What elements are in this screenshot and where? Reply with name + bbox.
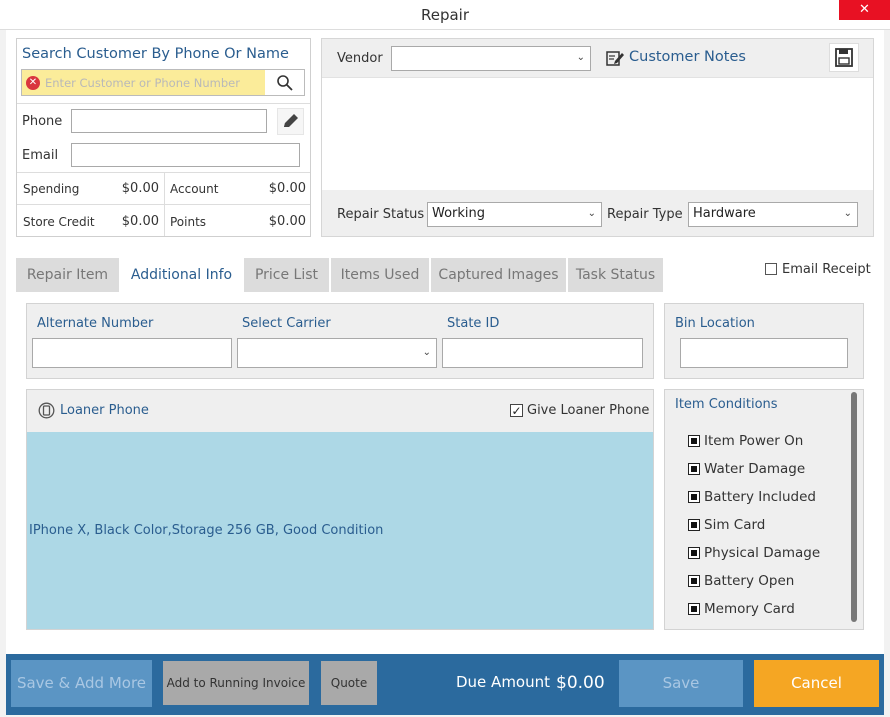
chevron-down-icon: ⌄ (587, 208, 596, 219)
account-value: $0.00 (268, 181, 306, 196)
floppy-disk-icon (835, 48, 853, 67)
store-credit-value: $0.00 (121, 214, 159, 229)
select-carrier-select[interactable]: ⌄ (237, 338, 437, 368)
save-button[interactable]: Save (619, 660, 743, 707)
phone-input[interactable] (71, 109, 267, 133)
state-id-input[interactable] (442, 338, 643, 368)
select-carrier-label: Select Carrier (242, 316, 331, 331)
condition-label: Sim Card (704, 517, 766, 533)
loaner-phone-icon (38, 402, 55, 419)
tab-price-list[interactable]: Price List (244, 258, 329, 292)
condition-label: Water Damage (704, 461, 806, 477)
loaner-description: IPhone X, Black Color,Storage 256 GB, Go… (29, 523, 384, 538)
tab-task-status[interactable]: Task Status (568, 258, 663, 292)
alternate-number-input[interactable] (32, 338, 232, 368)
add-running-invoice-button[interactable]: Add to Running Invoice (163, 661, 309, 705)
vendor-select[interactable]: ⌄ (391, 46, 591, 71)
spending-value: $0.00 (121, 181, 159, 196)
chevron-down-icon: ⌄ (843, 208, 852, 219)
customer-notes-label[interactable]: Customer Notes (629, 49, 746, 65)
points-label: Points (170, 215, 207, 229)
state-id-label: State ID (447, 316, 500, 331)
quote-button[interactable]: Quote (321, 661, 377, 705)
repair-status-label: Repair Status (337, 207, 425, 222)
account-label: Account (170, 182, 219, 196)
condition-checkbox[interactable] (688, 547, 700, 559)
tab-captured-images[interactable]: Captured Images (431, 258, 566, 292)
cancel-button[interactable]: Cancel (754, 660, 879, 707)
points-value: $0.00 (268, 214, 306, 229)
email-input[interactable] (71, 143, 300, 167)
repair-type-label: Repair Type (607, 207, 683, 222)
condition-checkbox[interactable] (688, 603, 700, 615)
condition-label: Battery Included (704, 489, 816, 505)
store-credit-label: Store Credit (23, 215, 95, 229)
condition-checkbox[interactable] (688, 435, 700, 447)
repair-type-value: Hardware (693, 206, 756, 221)
divider (17, 103, 310, 104)
condition-label: Physical Damage (704, 545, 821, 561)
email-receipt-label: Email Receipt (782, 262, 871, 277)
email-receipt-checkbox[interactable] (765, 263, 777, 275)
window-title: Repair (420, 6, 470, 24)
chevron-down-icon: ⌄ (576, 52, 585, 63)
condition-label: Memory Card (704, 601, 795, 617)
condition-label: Battery Open (704, 573, 795, 589)
bin-location-input[interactable] (680, 338, 848, 368)
due-amount-label: Due Amount (456, 673, 550, 691)
item-conditions-group (664, 389, 864, 630)
chevron-down-icon: ⌄ (422, 347, 431, 358)
repair-status-select[interactable]: Working ⌄ (427, 202, 602, 227)
divider (164, 172, 165, 236)
tab-items-used[interactable]: Items Used (331, 258, 429, 292)
give-loaner-label: Give Loaner Phone (527, 403, 650, 418)
bin-location-label: Bin Location (675, 316, 755, 331)
close-icon: ✕ (859, 2, 870, 17)
tab-additional-info[interactable]: Additional Info (121, 258, 242, 292)
condition-checkbox[interactable] (688, 491, 700, 503)
condition-checkbox[interactable] (688, 575, 700, 587)
alternate-number-label: Alternate Number (37, 316, 154, 331)
notes-edit-icon[interactable] (606, 49, 624, 67)
edit-customer-button[interactable] (277, 108, 304, 135)
item-conditions-scrollbar[interactable] (851, 392, 857, 622)
spending-label: Spending (23, 182, 80, 196)
checkmark-icon: ✓ (510, 404, 523, 418)
condition-checkbox[interactable] (688, 463, 700, 475)
loaner-phone-title: Loaner Phone (60, 403, 149, 418)
pencil-icon (284, 114, 298, 127)
repair-type-select[interactable]: Hardware ⌄ (688, 202, 858, 227)
vendor-label: Vendor (337, 51, 383, 66)
clear-search-icon[interactable]: ✕ (26, 76, 40, 90)
search-customer-title: Search Customer By Phone Or Name (22, 46, 289, 62)
search-placeholder: Enter Customer or Phone Number (45, 76, 240, 90)
tab-repair-item[interactable]: Repair Item (16, 258, 119, 292)
save-add-more-button[interactable]: Save & Add More (11, 660, 152, 707)
save-notes-button[interactable] (829, 43, 859, 72)
close-button[interactable]: ✕ (839, 0, 890, 20)
condition-label: Item Power On (704, 433, 804, 449)
email-label: Email (22, 148, 59, 163)
customer-notes-textarea[interactable] (322, 77, 873, 190)
due-amount-value: $0.00 (556, 673, 605, 693)
search-icon[interactable] (276, 74, 294, 92)
phone-label: Phone (22, 114, 63, 129)
condition-checkbox[interactable] (688, 519, 700, 531)
item-conditions-title: Item Conditions (675, 397, 778, 412)
repair-status-value: Working (432, 206, 486, 221)
